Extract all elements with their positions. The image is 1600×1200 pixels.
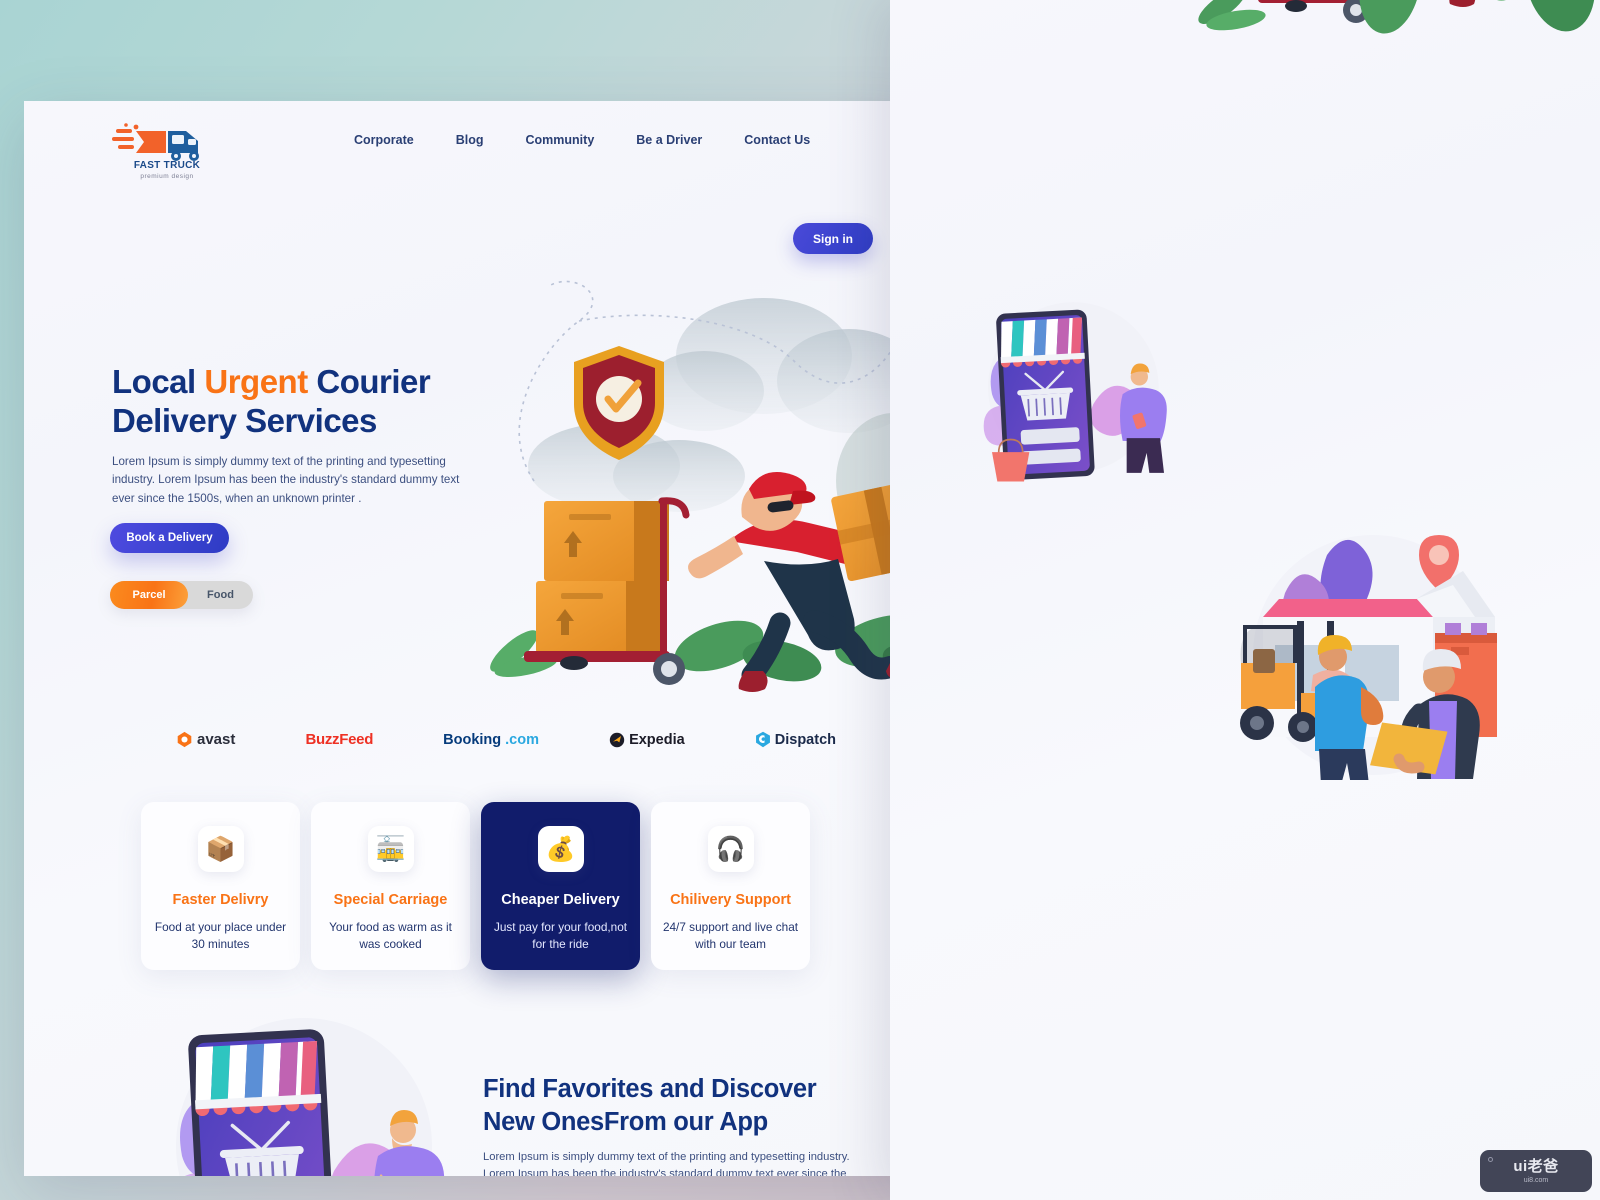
feature-card-desc: Food at your place under 30 minutes (154, 920, 287, 952)
top-navigation: FAST TRUCK premium design Corporate Blog… (24, 101, 931, 185)
parcel-food-toggle[interactable]: Parcel Food (110, 581, 253, 609)
feature-card-desc: Your food as warm as it was cooked (329, 920, 452, 952)
brand-name-expedia: Expedia (629, 731, 685, 748)
toggle-option-food[interactable]: Food (188, 581, 253, 609)
nav-item-blog[interactable]: Blog (456, 133, 484, 147)
hero-title: Local Urgent Courier Delivery Services (112, 363, 532, 441)
nav-item-community[interactable]: Community (526, 133, 595, 147)
app-section-description: Lorem Ipsum is simply dummy text of the … (483, 1151, 850, 1176)
nav-item-contact-us[interactable]: Contact Us (744, 133, 810, 147)
app-section-title: Find Favorites and Discover New OnesFrom … (483, 1073, 878, 1139)
hero-courier-illustration (490, 280, 931, 692)
hero-title-part1: Local (112, 363, 205, 400)
feature-card-title: Special Carriage (333, 892, 448, 908)
brand-logo-avast: avast (176, 731, 235, 748)
feature-card-desc: 24/7 support and live chat with our team (662, 920, 799, 952)
avast-logo-icon (177, 731, 192, 748)
package-clock-icon: 📦 (197, 826, 244, 872)
watermark-title: ui老爸 (1513, 1157, 1559, 1175)
mobile-shop-app-illustration (176, 1018, 445, 1176)
feature-card-faster-delivery[interactable]: 📦 Faster Delivry Food at your place unde… (141, 802, 300, 970)
hero-description: Lorem Ipsum is simply dummy text of the … (112, 455, 460, 505)
headset-support-icon: 🎧 (707, 826, 754, 872)
expedia-logo-icon (609, 732, 625, 747)
brand-name-avast: avast (197, 731, 236, 748)
brand-logo-dispatch: Dispatch (755, 731, 836, 748)
app-title-line1: Find Favorites and Discover (483, 1075, 817, 1103)
left-preview-panel: FAST TRUCK premium design Corporate Blog… (24, 101, 931, 1176)
watermark-url: ui8.com (1523, 1176, 1549, 1184)
watermark-dot-icon (1488, 1157, 1493, 1162)
brand-logo-booking: Booking .com (443, 732, 539, 748)
feature-card-title: Chilivery Support (670, 892, 791, 908)
train-carriage-icon: 🚋 (367, 826, 414, 872)
warehouse-forklift-delivery-illustration (1240, 535, 1497, 780)
feature-card-cheaper-delivery[interactable]: 💰 Cheaper Delivery Just pay for your foo… (481, 802, 640, 970)
hero-title-line2: Delivery Services (112, 401, 377, 439)
brand-suffix-booking: .com (505, 731, 539, 748)
brand-name-booking: Booking (443, 731, 502, 748)
feature-card-title: Faster Delivry (172, 892, 269, 908)
nav-links: Corporate Blog Community Be a Driver Con… (354, 133, 810, 147)
logo-wordmark: FAST TRUCK (133, 160, 201, 171)
app-title-line2: New OnesFrom our App (483, 1108, 768, 1137)
feature-card-title: Cheaper Delivery (501, 892, 620, 908)
brand-name-buzzfeed: BuzzFeed (305, 731, 374, 748)
feature-card-chilivery-support[interactable]: 🎧 Chilivery Support 24/7 support and liv… (651, 802, 810, 970)
feature-cards-row: 📦 Faster Delivry Food at your place unde… (141, 802, 810, 970)
mobile-shop-app-illustration-right (983, 302, 1167, 482)
brand-logo[interactable]: FAST TRUCK premium design (112, 119, 222, 180)
money-down-icon: 💰 (537, 826, 584, 872)
feature-card-desc: Just pay for your food,not for the ride (493, 920, 628, 952)
hero-title-accent: Urgent (204, 363, 308, 400)
nav-item-be-a-driver[interactable]: Be a Driver (636, 133, 702, 147)
nav-item-corporate[interactable]: Corporate (354, 133, 414, 147)
hero-illustration-crop (1198, 0, 1595, 34)
right-preview-panel: avast BuzzFeed Booking.com Expedia Dispa… (890, 0, 1600, 1200)
brand-logo-expedia: Expedia (609, 732, 685, 748)
book-a-delivery-button[interactable]: Book a Delivery (110, 523, 229, 553)
brand-logo-buzzfeed: BuzzFeed (305, 731, 373, 748)
sign-in-button[interactable]: Sign in (793, 223, 873, 254)
toggle-option-parcel[interactable]: Parcel (110, 581, 188, 609)
fast-truck-icon (112, 123, 199, 161)
brand-name-dispatch: Dispatch (774, 731, 836, 748)
dispatch-logo-icon (755, 731, 770, 748)
logo-tagline: premium design (140, 173, 194, 180)
hero-title-part2: Courier (307, 363, 431, 400)
brand-logos-row: avast BuzzFeed Booking .com Expedia Dispa… (176, 731, 836, 748)
feature-card-special-carriage[interactable]: 🚋 Special Carriage Your food as warm as … (311, 802, 470, 970)
watermark-badge: ui老爸 ui8.com (1480, 1150, 1592, 1192)
